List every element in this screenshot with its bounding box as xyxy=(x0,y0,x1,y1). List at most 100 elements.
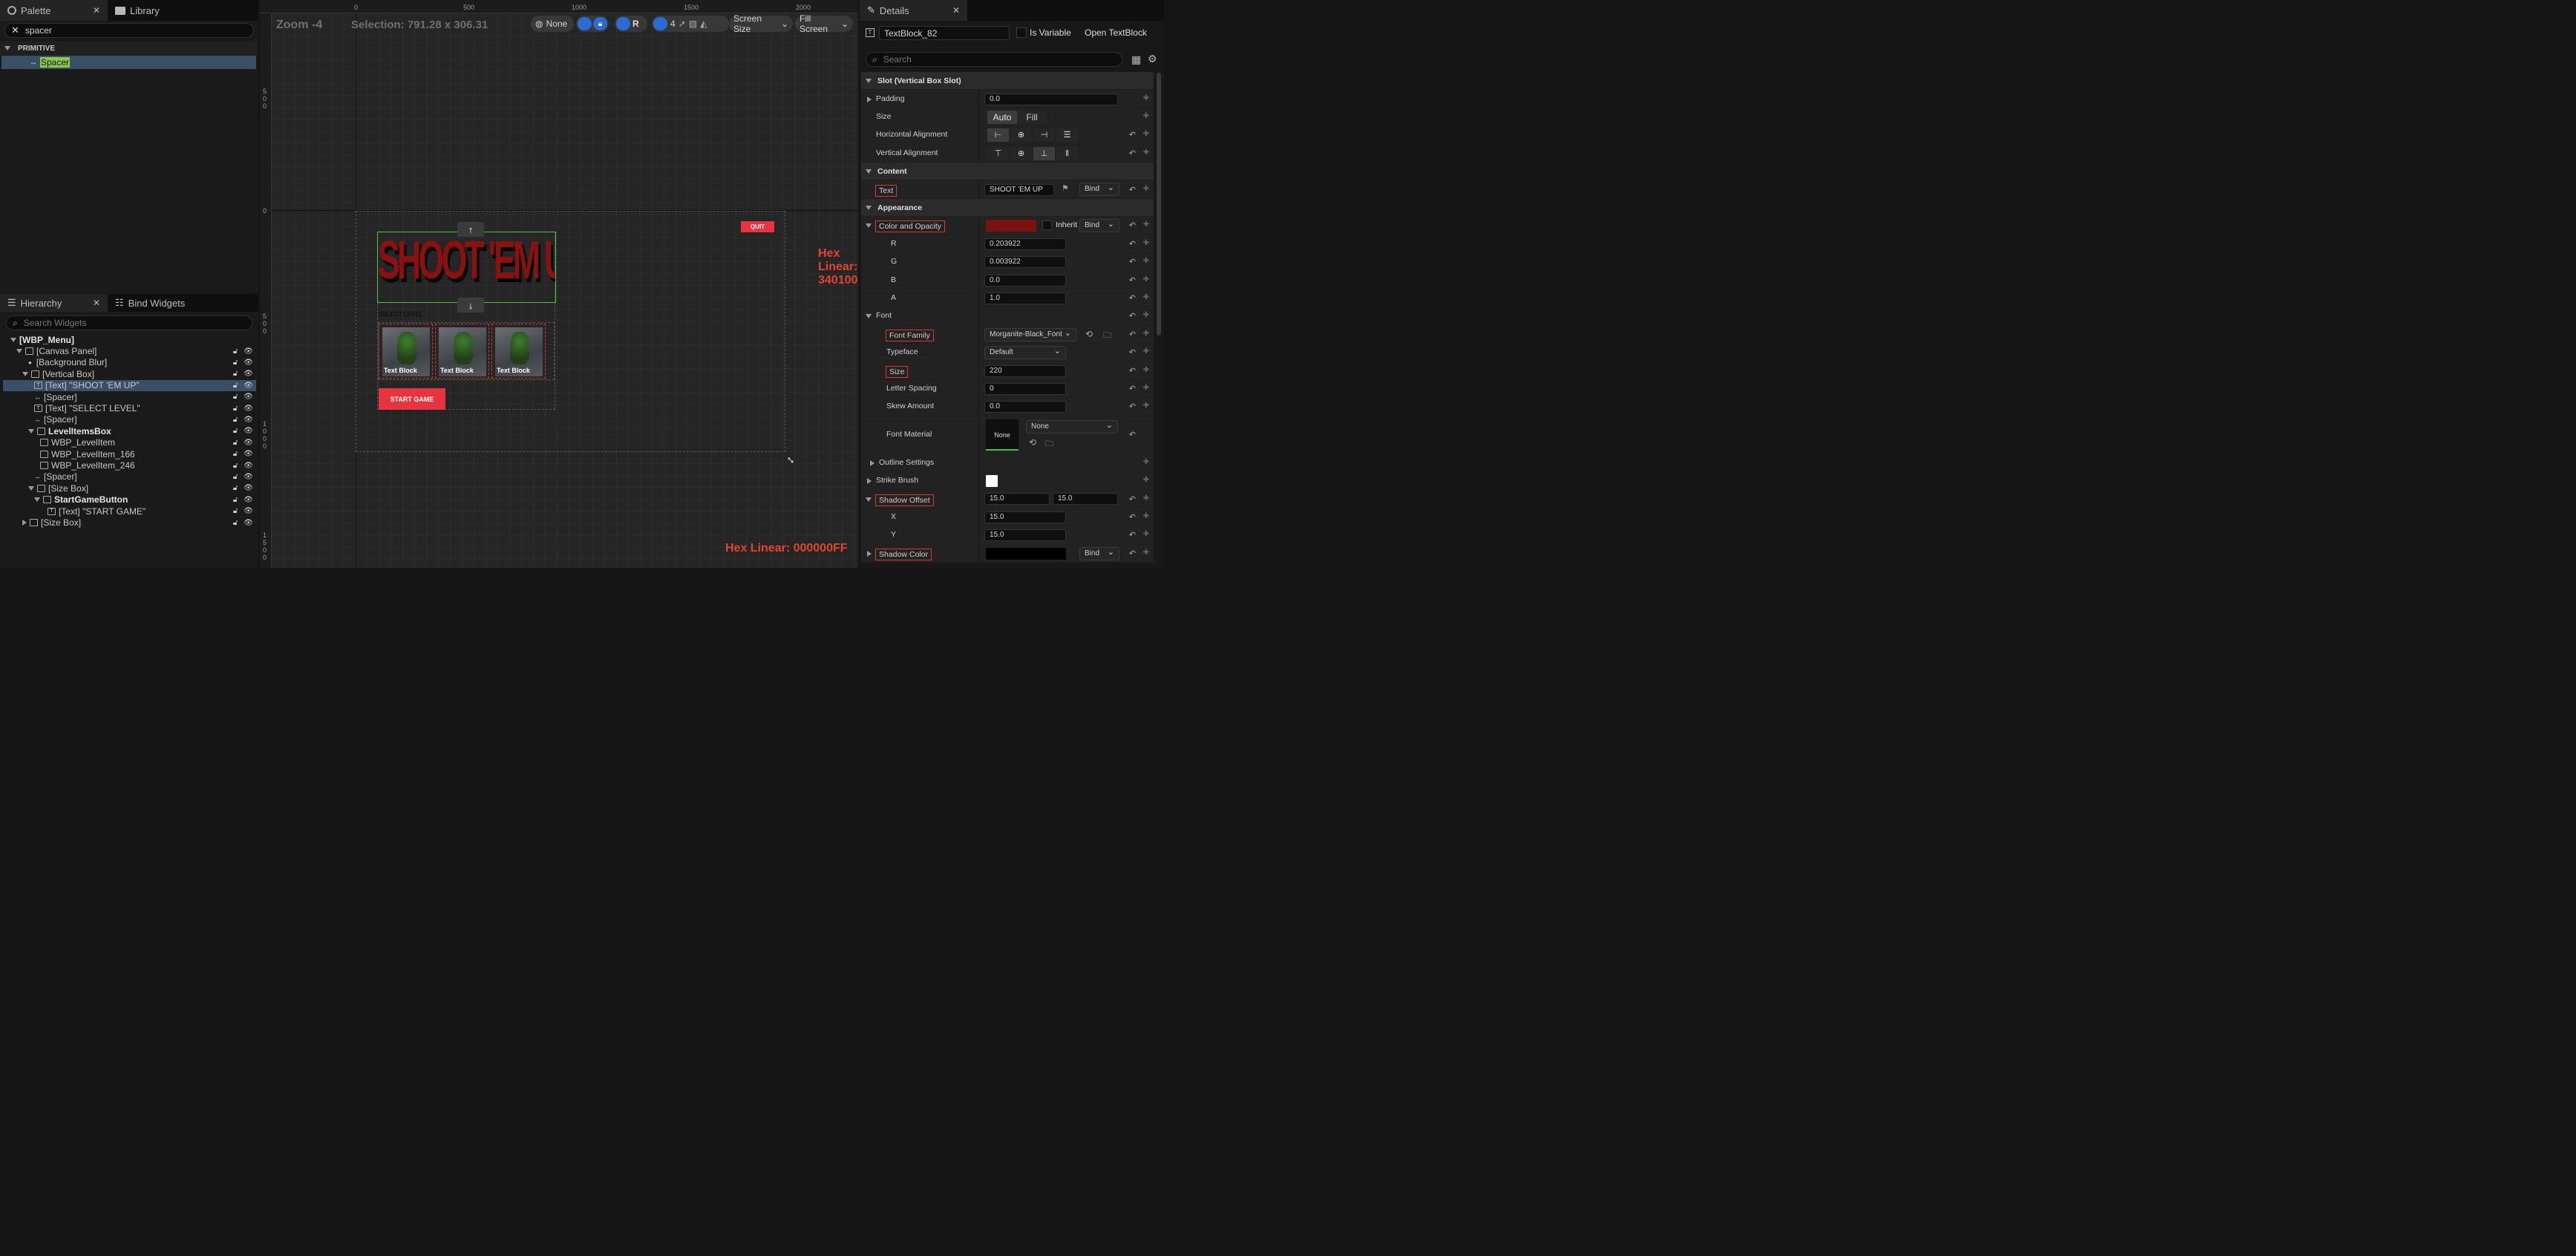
lock-icon[interactable]: 🔓︎ xyxy=(233,519,238,527)
details-row[interactable]: Content xyxy=(861,163,1154,181)
hierarchy-row[interactable]: StartGameButton 🔓︎ 👁︎ xyxy=(3,494,256,506)
pin-icon[interactable]: ✚ xyxy=(1143,293,1149,301)
grid-value[interactable]: 4 xyxy=(670,19,676,29)
eye-icon[interactable]: 👁︎ xyxy=(243,393,253,401)
property-dropdown[interactable]: Morganite-Black_Font xyxy=(984,327,1076,341)
reset-arrow-icon[interactable]: ↶ xyxy=(1129,384,1136,393)
level-item[interactable]: Text Block xyxy=(379,324,433,379)
alignment-button-icon[interactable]: ☰ xyxy=(1056,128,1078,143)
property-value-field[interactable]: 15.0 xyxy=(984,529,1066,542)
lock-icon[interactable]: 🔓︎ xyxy=(233,473,238,481)
hierarchy-row[interactable]: [Size Box] 🔓︎ 👁︎ xyxy=(3,517,256,528)
color-swatch[interactable] xyxy=(986,220,1036,232)
chevron-right-icon[interactable] xyxy=(867,96,872,102)
close-icon[interactable]: ✕ xyxy=(93,298,100,308)
pin-icon[interactable]: ✚ xyxy=(1143,458,1149,466)
property-value-field[interactable]: 0.0 xyxy=(984,401,1066,413)
details-row[interactable]: Size 220 ↶ ✚ xyxy=(861,362,1154,380)
chevron-down-icon[interactable] xyxy=(866,314,872,319)
lock-icon[interactable]: 🔓︎ xyxy=(233,347,238,356)
pin-icon[interactable]: ✚ xyxy=(1143,130,1149,138)
property-value-field[interactable]: 0.0 xyxy=(984,93,1118,105)
property-value-field[interactable]: 0.0 xyxy=(984,274,1066,287)
eye-icon[interactable]: 👁︎ xyxy=(243,359,253,367)
details-row[interactable]: Strike Brush ✚ xyxy=(861,472,1154,491)
reset-arrow-icon[interactable]: ↶ xyxy=(1129,257,1136,266)
chevron-right-icon[interactable] xyxy=(22,520,27,526)
alignment-button-icon[interactable]: ⊤ xyxy=(987,146,1009,160)
details-row[interactable]: Slot (Vertical Box Slot) xyxy=(861,72,1154,91)
reset-arrow-icon[interactable]: ↶ xyxy=(1129,275,1136,285)
pin-icon[interactable]: ✚ xyxy=(1143,402,1149,410)
localization-preview-button[interactable]: ◍ None xyxy=(531,16,574,32)
alignment-button-icon[interactable]: ⊣ xyxy=(1033,128,1055,143)
pin-icon[interactable]: ✚ xyxy=(1143,112,1149,120)
hierarchy-row[interactable]: [Size Box] 🔓︎ 👁︎ xyxy=(3,483,256,494)
reset-arrow-icon[interactable]: ↶ xyxy=(1129,430,1136,439)
browse-icon[interactable]: ⟲ xyxy=(1029,437,1036,448)
hierarchy-row[interactable]: WBP_LevelItem 🔓︎ 👁︎ xyxy=(3,437,256,448)
pin-icon[interactable]: ✚ xyxy=(1143,330,1149,338)
details-row[interactable]: X 15.0 ↶ ✚ xyxy=(861,508,1154,527)
cursor-icon[interactable]: ➚ xyxy=(679,19,686,29)
reset-arrow-icon[interactable]: ↶ xyxy=(1129,130,1136,140)
hierarchy-row[interactable]: [Vertical Box] 🔓︎ 👁︎ xyxy=(3,368,256,379)
palette-search-input[interactable]: ✕ spacer xyxy=(4,23,254,38)
level-item[interactable]: Text Block xyxy=(491,324,546,379)
property-value-field[interactable]: 0 xyxy=(984,382,1066,395)
lock-icon[interactable]: 🔓︎ xyxy=(233,382,238,390)
lock-icon[interactable]: 🔓︎ xyxy=(233,484,238,492)
browse-icon[interactable]: ⟲ xyxy=(1085,329,1093,339)
details-row[interactable]: Horizontal Alignment ⊢ ⊕ ⊣ ☰ ↶ ✚ xyxy=(861,126,1154,145)
eye-icon[interactable]: 👁︎ xyxy=(243,507,253,515)
inherit-checkbox[interactable] xyxy=(1042,220,1052,231)
reset-arrow-icon[interactable]: ↶ xyxy=(1129,549,1136,558)
property-value-field[interactable]: 0.203922 xyxy=(984,238,1066,250)
chevron-down-icon[interactable] xyxy=(10,337,16,342)
pin-icon[interactable]: ✚ xyxy=(1143,366,1149,374)
chevron-down-icon[interactable] xyxy=(866,169,872,174)
pin-icon[interactable]: ✚ xyxy=(1143,148,1149,157)
lock-icon[interactable]: 🔓︎ xyxy=(233,393,238,401)
hierarchy-row[interactable]: ↔ [Spacer] 🔓︎ 👁︎ xyxy=(3,414,256,425)
shadow-offset-x-field[interactable]: 15.0 xyxy=(984,493,1050,506)
grid-icon[interactable] xyxy=(653,17,667,30)
resize-handle-icon[interactable]: ↔ xyxy=(782,451,800,468)
lock-icon[interactable]: 🔓︎ xyxy=(233,359,238,367)
alignment-button-icon[interactable]: ⊕ xyxy=(1010,128,1032,143)
eye-icon[interactable]: 👁︎ xyxy=(243,450,253,458)
fill-screen-dropdown[interactable]: Fill Screen ⌄ xyxy=(795,13,853,34)
eye-icon[interactable]: 👁︎ xyxy=(243,416,253,424)
details-row[interactable]: Color and Opacity InheritBind ↶ ✚ xyxy=(861,217,1154,235)
designer-viewport[interactable]: 0 500 1000 1500 2000 5 0 0 0 5 0 0 1 0 0… xyxy=(260,0,858,568)
palette-item-spacer[interactable]: ↔ Spacer xyxy=(1,56,256,69)
eye-icon[interactable]: 👁︎ xyxy=(243,427,253,435)
chevron-down-icon[interactable] xyxy=(866,205,872,210)
details-row[interactable]: Y 15.0 ↶ ✚ xyxy=(861,526,1154,545)
property-value-field[interactable]: 220 xyxy=(984,364,1066,377)
hierarchy-row[interactable]: ● [Background Blur] 🔓︎ 👁︎ xyxy=(3,357,256,368)
property-value-field[interactable]: 1.0 xyxy=(984,292,1066,304)
pin-icon[interactable]: ✚ xyxy=(1143,94,1149,102)
lock-icon[interactable]: 🔓︎ xyxy=(233,507,238,515)
lock-icon[interactable]: 🔓︎ xyxy=(233,416,238,424)
reset-arrow-icon[interactable]: ↶ xyxy=(1129,330,1136,339)
details-row[interactable]: Appearance xyxy=(861,198,1154,217)
details-row[interactable]: Text SHOOT 'EM UP ⚑ Bind ↶ ✚ xyxy=(861,180,1154,199)
details-row[interactable]: Letter Spacing 0 ↶ ✚ xyxy=(861,379,1154,399)
hierarchy-row[interactable]: WBP_LevelItem_246 🔓︎ 👁︎ xyxy=(3,459,256,471)
pin-icon[interactable]: ✚ xyxy=(1143,384,1149,392)
details-row[interactable]: B 0.0 ↶ ✚ xyxy=(861,271,1154,290)
alignment-button-icon[interactable]: ⊥ xyxy=(1033,146,1055,160)
move-down-button[interactable]: ↓ xyxy=(457,298,484,313)
folder-icon[interactable]: 🗀︎ xyxy=(1045,437,1053,451)
pin-icon[interactable]: ✚ xyxy=(1143,476,1149,484)
close-icon[interactable]: ✕ xyxy=(952,5,960,16)
pin-icon[interactable]: ✚ xyxy=(1143,185,1149,193)
widget-name-field[interactable]: TextBlock_82 xyxy=(879,26,1010,40)
localize-flag-icon[interactable]: ⚑ xyxy=(1062,183,1069,193)
hierarchy-row[interactable]: T [Text] "SHOOT 'EM UP" 🔓︎ 👁︎ xyxy=(3,379,256,391)
reset-arrow-icon[interactable]: ↶ xyxy=(1129,402,1136,411)
gear-icon[interactable]: ⚙ xyxy=(1148,53,1157,65)
hierarchy-row[interactable]: [WBP_Menu] xyxy=(3,334,256,345)
